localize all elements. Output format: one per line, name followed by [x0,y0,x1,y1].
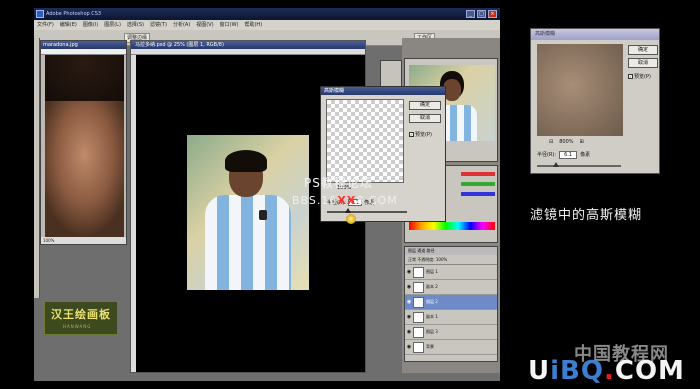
painted-portrait [187,135,309,290]
site-watermark-en: UiBQ.COM [528,356,685,386]
caption: 滤镜中的高斯模糊 [530,208,643,223]
slider-knob[interactable] [553,162,559,167]
red-slider[interactable] [461,172,495,176]
layer-row[interactable]: ◉ 副本 1 [405,310,497,325]
radius-slider[interactable] [537,165,621,167]
preview-checkbox[interactable]: ✓ 预览(P) [409,131,432,138]
radius-input[interactable]: 6.1 [559,151,578,159]
doc-title: maradona.jpg [41,41,126,49]
radius-row: 半径(R): 6.1 像素 [537,151,591,159]
dialog-preview[interactable] [326,99,404,183]
menu-view[interactable]: 视图(V) [193,20,216,30]
menu-analysis[interactable]: 分析(A) [170,20,193,30]
eye-icon[interactable]: ◉ [405,269,413,275]
menu-select[interactable]: 选择(S) [124,20,147,30]
zoom-in-icon[interactable]: ⊞ [580,139,584,145]
doc-window-reference[interactable]: maradona.jpg 100% [40,40,127,245]
menu-bar: 文件(F) 编辑(E) 图像(I) 图层(L) 选择(S) 滤镜(T) 分析(A… [34,20,500,30]
window-title: Adobe Photoshop CS3 [46,11,102,17]
layer-row[interactable]: ◉ 图层 2 [405,295,497,310]
menu-window[interactable]: 窗口(W) [217,20,242,30]
layer-row[interactable]: ◉ 图层 1 [405,265,497,280]
title-bar: Adobe Photoshop CS3 _ □ × [34,8,500,20]
eye-icon[interactable]: ◉ [405,299,413,305]
ruler [131,49,365,55]
check-icon: ✓ [409,132,414,137]
layer-row[interactable]: ◉ 副本 2 [405,280,497,295]
face-photo [45,55,124,237]
menu-image[interactable]: 图像(I) [80,20,101,30]
gaussian-blur-dialog: 高斯模糊 确定 取消 ✓ 预览(P) ⊟ 800% ⊞ 半径(R): 6.1 像素 [530,28,660,174]
photoshop-icon [36,10,44,18]
blue-slider[interactable] [461,192,495,196]
zoom-controls: ⊟ 800% ⊞ [549,139,584,145]
check-icon: ✓ [628,74,633,79]
hanwang-logo: 汉王绘画板 HANWANG [44,301,118,335]
cancel-button[interactable]: 取消 [628,58,658,68]
cancel-button[interactable]: 取消 [409,114,441,123]
dialog-title: 高斯模糊 [321,87,445,95]
zoom-out-icon[interactable]: ⊟ [549,139,553,145]
eye-icon[interactable]: ◉ [405,284,413,290]
eye-icon[interactable]: ◉ [405,344,413,350]
blur-preview[interactable] [537,44,623,136]
color-ramp[interactable] [409,222,495,230]
watermark-line2: BBS.16XX8.COM [292,194,398,207]
layer-row[interactable]: ◉ 背景 [405,340,497,355]
screen: Adobe Photoshop CS3 _ □ × 文件(F) 编辑(E) 图像… [0,0,700,389]
minimize-button[interactable]: _ [466,10,475,18]
eye-icon[interactable]: ◉ [405,314,413,320]
menu-file[interactable]: 文件(F) [34,20,57,30]
menu-filter[interactable]: 滤镜(T) [147,20,170,30]
blend-mode[interactable]: 正常 不透明度: 100% [405,255,497,265]
logo-text: 汉王绘画板 [51,308,111,321]
doc-title: 马拉多纳.psd @ 25% (图层 1, RGB/8) [131,41,365,49]
layer-row[interactable]: ◉ 图层 3 [405,325,497,340]
layers-panel: 图层 通道 路径 正常 不透明度: 100% ◉ 图层 1 ◉ 副本 2 ◉ 图层 2… [404,246,498,362]
menu-help[interactable]: 帮助(H) [241,20,265,30]
cursor-highlight-icon [346,214,356,224]
green-slider[interactable] [461,182,495,186]
vertical-ruler [131,55,136,372]
radius-slider[interactable] [327,211,407,213]
watermark-line1: PS教程论坛 [304,176,373,190]
zoom-level: 100% [41,237,126,244]
slider-knob[interactable] [345,208,351,213]
preview-checkbox[interactable]: ✓ 预览(P) [628,73,651,80]
layers-tabs[interactable]: 图层 通道 路径 [405,247,497,255]
menu-edit[interactable]: 编辑(E) [57,20,80,30]
ok-button[interactable]: 确定 [628,45,658,55]
close-button[interactable]: × [488,10,497,18]
eye-icon[interactable]: ◉ [405,329,413,335]
dialog-title: 高斯模糊 [531,29,659,40]
zoom-level: 800% [559,139,574,145]
logo-subtext: HANWANG [63,324,92,329]
maximize-button[interactable]: □ [477,10,486,18]
menu-layer[interactable]: 图层(L) [101,20,124,30]
ok-button[interactable]: 确定 [409,101,441,110]
